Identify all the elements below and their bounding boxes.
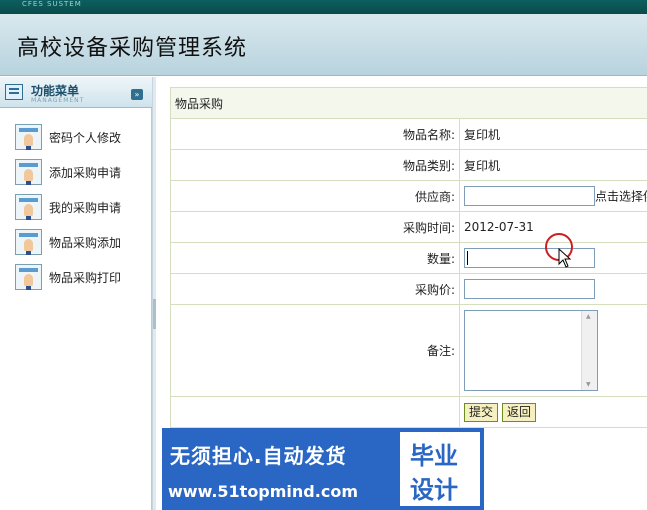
supplier-cell: 点击选择供 xyxy=(458,180,647,212)
note-cell xyxy=(458,304,647,397)
note-label: 备注: xyxy=(170,304,460,397)
category-label: 物品类别: xyxy=(170,149,460,181)
user-icon xyxy=(15,159,42,185)
sidebar-item-add-request[interactable]: 添加采购申请 xyxy=(15,159,145,185)
banner-box-line1: 毕业 xyxy=(410,442,458,470)
choose-supplier-link[interactable]: 点击选择供 xyxy=(595,190,647,204)
top-strip-text: CFES SUSTEM xyxy=(22,0,82,8)
sidebar-item-password[interactable]: 密码个人修改 xyxy=(15,124,145,150)
supplier-input[interactable] xyxy=(463,186,595,206)
note-scrollbar[interactable] xyxy=(580,311,597,390)
sidebar-item-label: 我的采购申请 xyxy=(49,201,122,215)
buttons-cell: 提交 返回 xyxy=(458,396,647,428)
form-caption: 物品采购 xyxy=(170,87,647,119)
sidebar-item-label: 添加采购申请 xyxy=(49,166,122,180)
quantity-label: 数量: xyxy=(170,242,460,274)
banner-box: 毕业 设计 xyxy=(400,432,480,506)
user-icon xyxy=(15,194,42,220)
sidebar-item-label: 物品采购打印 xyxy=(49,271,122,285)
banner-box-line2: 设计 xyxy=(410,476,458,504)
sidebar-item-my-requests[interactable]: 我的采购申请 xyxy=(15,194,145,220)
submit-button[interactable]: 提交 xyxy=(463,402,498,422)
banner-line2: www.51topmind.com xyxy=(168,482,358,501)
ad-banner[interactable]: 无须担心.自动发货 www.51topmind.com 毕业 设计 xyxy=(162,428,484,510)
supplier-label: 供应商: xyxy=(170,180,460,212)
price-cell xyxy=(458,273,647,305)
user-icon xyxy=(15,264,42,290)
category-value: 复印机 xyxy=(458,149,647,181)
sidebar-splitter[interactable] xyxy=(152,77,156,510)
sidebar-item-add-purchase[interactable]: 物品采购添加 xyxy=(15,229,145,255)
app-header: 高校设备采购管理系统 xyxy=(0,14,647,76)
note-textarea[interactable] xyxy=(463,310,598,391)
menu-subtitle: MANAGEMENT xyxy=(31,97,85,104)
quantity-input[interactable] xyxy=(463,248,595,268)
buttons-label-cell xyxy=(170,396,460,428)
sidebar-item-label: 密码个人修改 xyxy=(49,131,122,145)
collapse-icon[interactable]: » xyxy=(131,89,143,100)
app-title: 高校设备采购管理系统 xyxy=(17,36,248,61)
menu-icon xyxy=(5,84,23,100)
name-value: 复印机 xyxy=(458,118,647,150)
mouse-cursor-icon xyxy=(558,248,572,268)
user-icon xyxy=(15,124,42,150)
user-icon xyxy=(15,229,42,255)
time-label: 采购时间: xyxy=(170,211,460,243)
menu-header: 功能菜单 MANAGEMENT » xyxy=(0,77,152,108)
main-content: 物品采购 物品名称: 复印机 物品类别: 复印机 供应商: 点击选择供 采购时间… xyxy=(170,87,647,428)
back-button[interactable]: 返回 xyxy=(502,402,537,422)
top-strip: CFES SUSTEM xyxy=(0,0,647,14)
price-input[interactable] xyxy=(463,279,595,299)
purchase-form: 物品采购 物品名称: 复印机 物品类别: 复印机 供应商: 点击选择供 采购时间… xyxy=(170,87,647,428)
sidebar: 功能菜单 MANAGEMENT » 密码个人修改 添加采购申请 我的采购申请 物… xyxy=(0,77,152,510)
banner-line1: 无须担心.自动发货 xyxy=(170,444,347,468)
price-label: 采购价: xyxy=(170,273,460,305)
sidebar-item-print-purchase[interactable]: 物品采购打印 xyxy=(15,264,145,290)
sidebar-item-label: 物品采购添加 xyxy=(49,236,122,250)
name-label: 物品名称: xyxy=(170,118,460,150)
